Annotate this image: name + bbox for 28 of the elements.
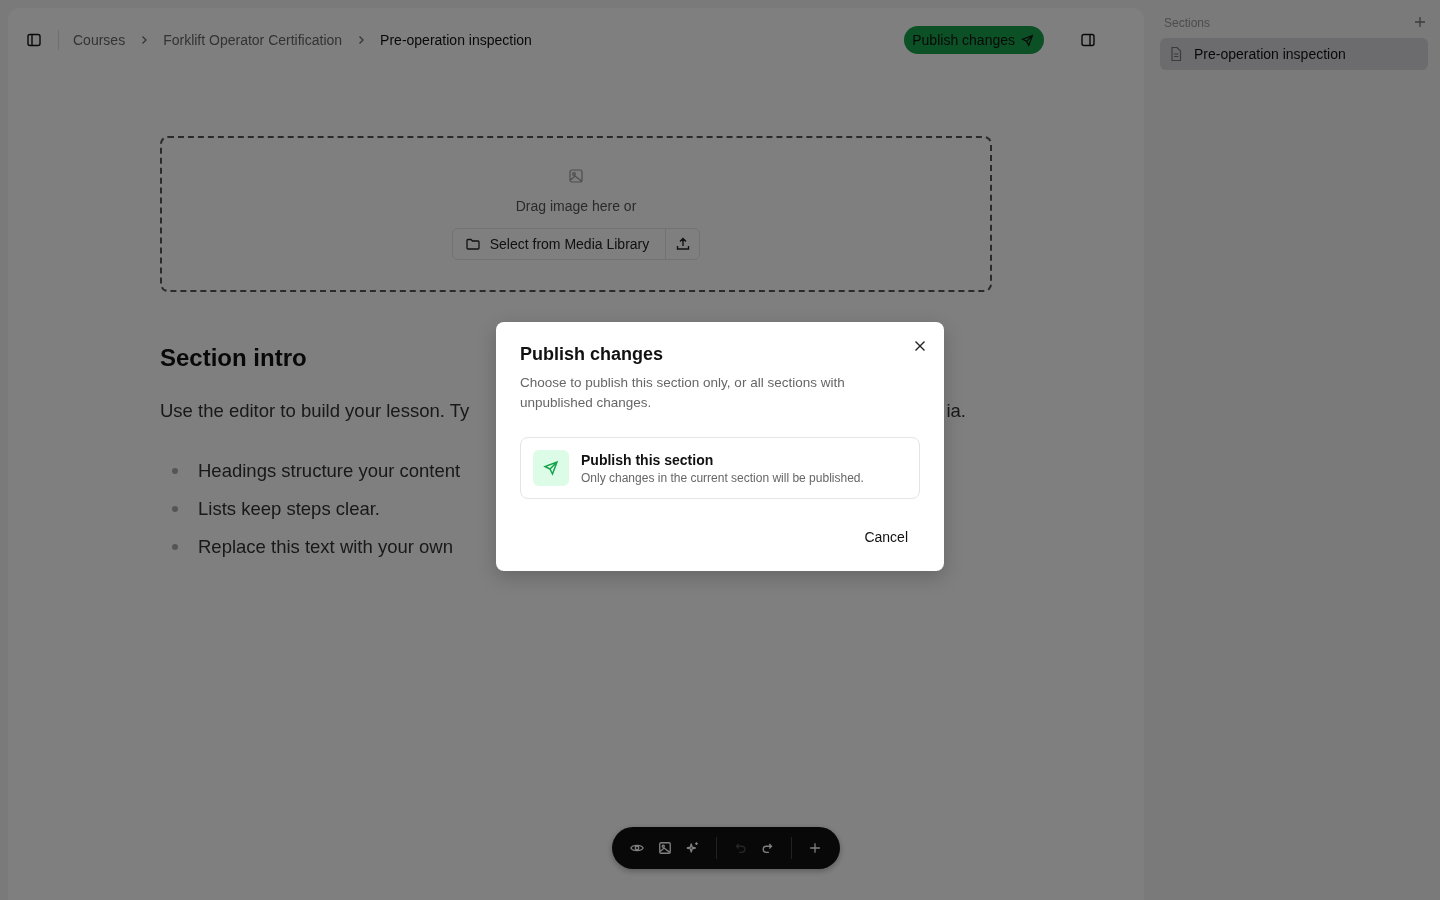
breadcrumb-link[interactable]: Courses	[73, 32, 126, 48]
breadcrumb-link[interactable]: Pre-operation inspection	[380, 32, 532, 48]
send-icon	[1021, 33, 1034, 47]
dialog-title: Publish changes	[520, 344, 665, 365]
dropzone-hint: Drag image here or	[515, 198, 637, 214]
close-icon[interactable]	[914, 340, 926, 352]
publish-option[interactable]: Publish this section Only changes in the current section will be published.	[520, 437, 920, 499]
image-icon	[568, 168, 584, 184]
section-title: Pre-operation inspection	[1194, 46, 1346, 62]
list-item-text: Replace this text with your own	[198, 536, 453, 558]
sidebar-item[interactable]: Pre-operation inspection	[1160, 38, 1428, 70]
dialog-description: Choose to publish this section only, or all sections with unpublished changes.	[520, 374, 846, 412]
list-item-text: Headings structure your content	[198, 460, 461, 482]
bullet-icon	[172, 506, 178, 512]
section-heading: Section intro	[160, 344, 307, 372]
breadcrumb-link[interactable]: Forklift Operator Certification	[163, 32, 343, 48]
folder-icon	[464, 236, 481, 252]
bullet-icon	[172, 468, 178, 474]
option-description: Only changes in the current section will be published.	[581, 470, 864, 485]
send-icon	[533, 450, 569, 486]
option-title: Publish this section	[581, 451, 715, 468]
image-dropzone[interactable]: Drag image here or Select from Media Library	[160, 136, 992, 292]
bullet-icon	[172, 544, 178, 550]
document-icon	[1168, 46, 1184, 62]
list-item-text: Lists keep steps clear.	[198, 498, 380, 520]
paragraph-text: ia.	[946, 400, 966, 422]
paragraph-text: Use the editor to build your lesson. Ty	[160, 400, 470, 422]
cancel-button[interactable]: Cancel	[852, 527, 920, 547]
